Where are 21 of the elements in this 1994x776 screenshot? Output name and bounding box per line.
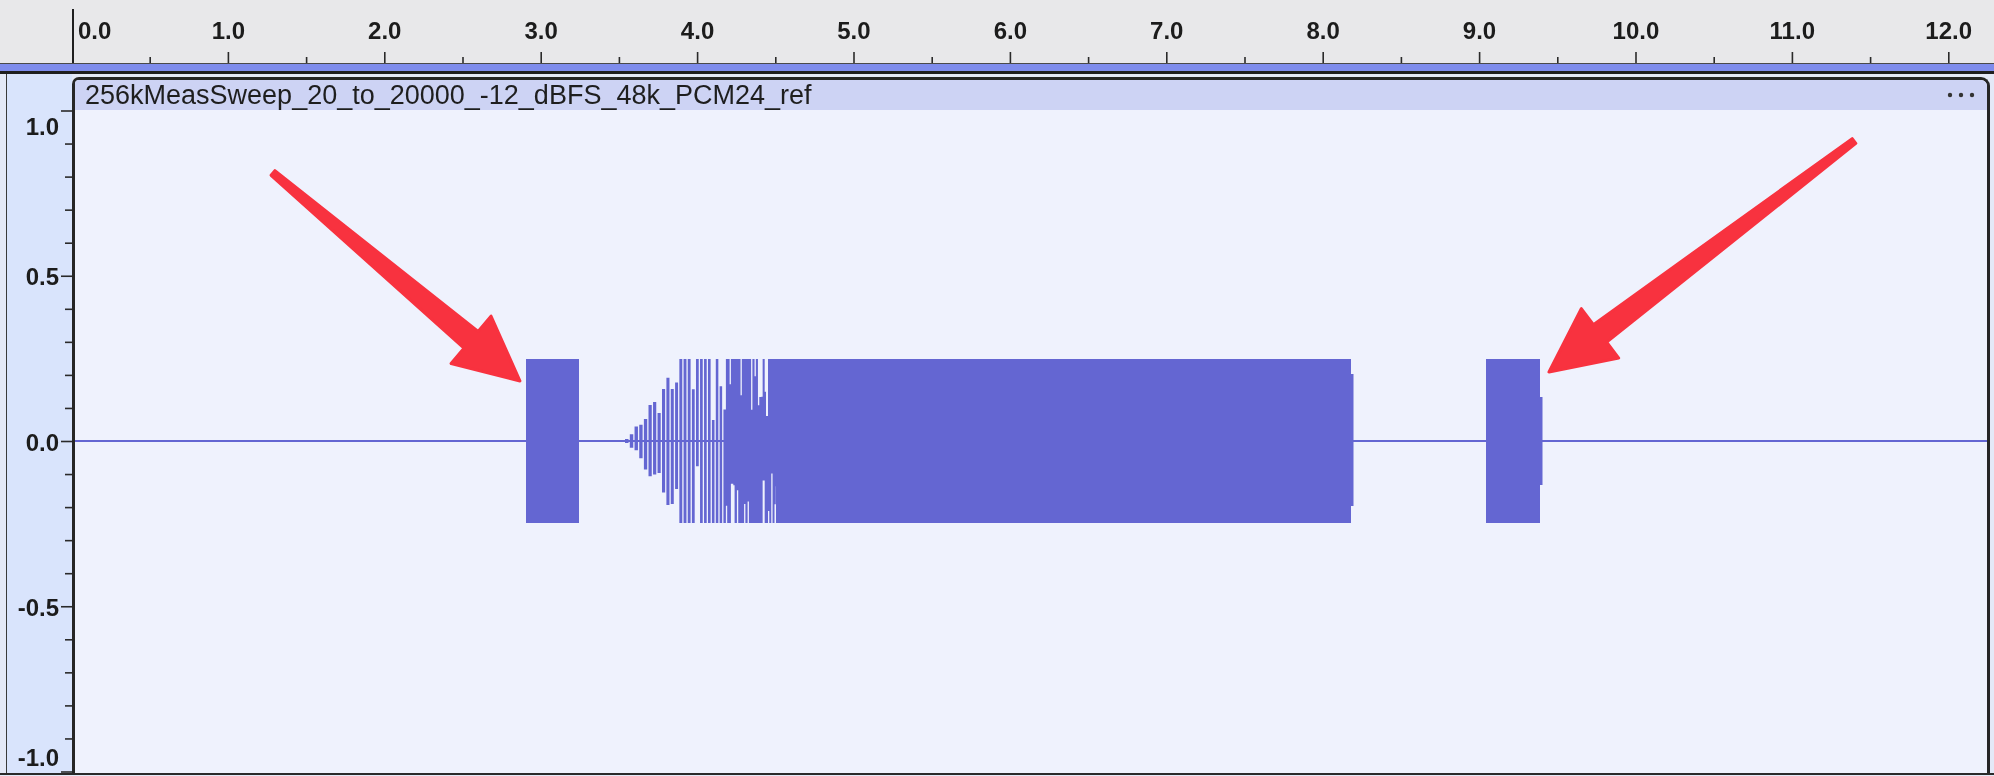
clip-title-bar[interactable]: 256kMeasSweep_20_to_20000_-12_dBFS_48k_PCM24_ref — [75, 80, 1987, 110]
time-label: 4.0 — [680, 17, 715, 45]
time-label: 7.0 — [1150, 17, 1184, 45]
amplitude-label: 0.0 — [25, 428, 59, 458]
amplitude-label: -1.0 — [17, 743, 59, 773]
time-label: 0.0 — [78, 17, 112, 45]
time-label: 11.0 — [1769, 17, 1815, 45]
clip-name: 256kMeasSweep_20_to_20000_-12_dBFS_48k_PCM24_ref — [85, 80, 812, 110]
amplitude-label: 1.0 — [25, 112, 59, 142]
amplitude-label: 0.5 — [25, 262, 59, 292]
more-icon[interactable] — [1947, 92, 1975, 98]
time-label: 2.0 — [368, 17, 402, 45]
time-label: 9.0 — [1462, 17, 1497, 45]
time-label: 10.0 — [1612, 17, 1660, 45]
amplitude-label: -0.5 — [17, 593, 59, 623]
time-label: 1.0 — [211, 17, 246, 45]
time-label: 8.0 — [1306, 17, 1340, 45]
time-label: 6.0 — [993, 17, 1027, 45]
time-label: 3.0 — [524, 17, 558, 45]
time-label: 5.0 — [837, 17, 871, 45]
time-label: 12.0 — [1925, 17, 1973, 45]
